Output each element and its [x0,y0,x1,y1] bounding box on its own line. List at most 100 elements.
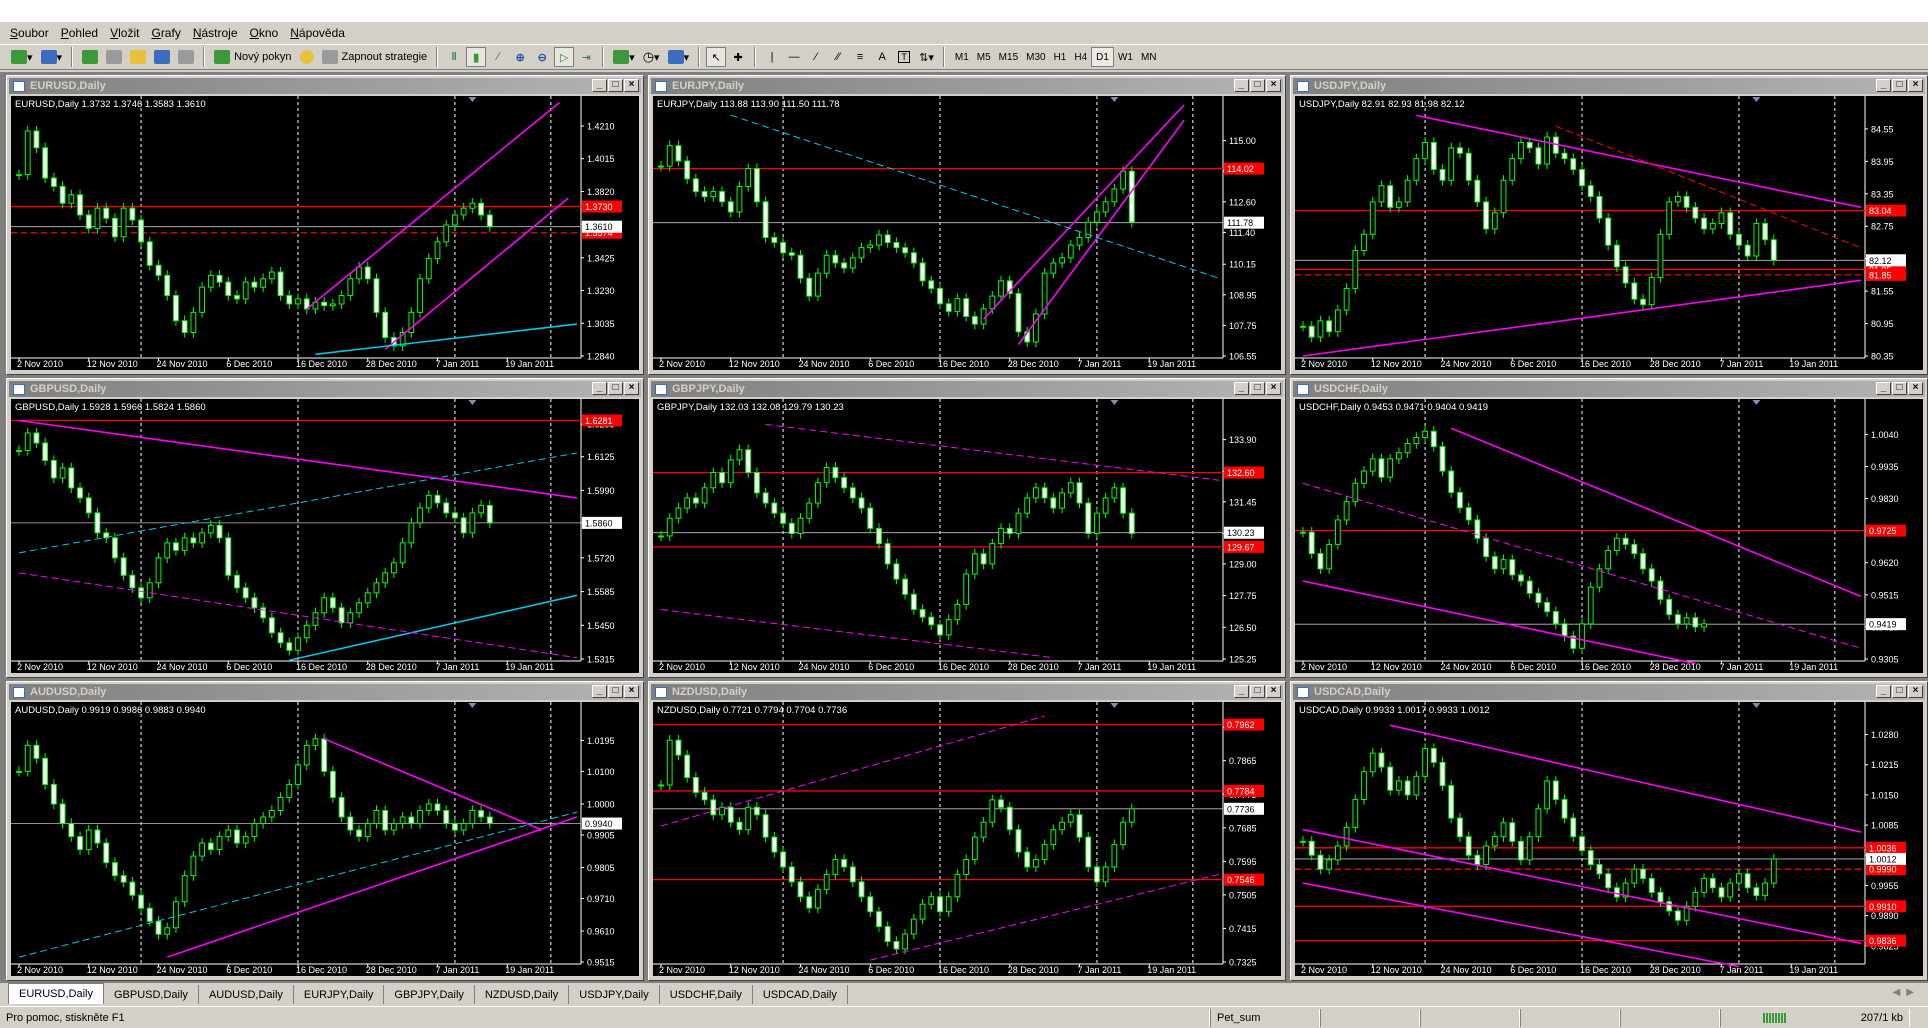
maximize-button[interactable]: □ [1892,79,1907,92]
maximize-button[interactable]: □ [608,685,623,698]
chart-window-title[interactable]: EURUSD,Daily _ □ × [9,78,641,94]
price-chart[interactable]: 1.02801.02151.01501.00851.00200.99550.98… [1295,702,1923,976]
menu-help[interactable]: Nápověda [286,24,353,42]
price-chart[interactable]: 0.79550.78650.77750.76850.75950.75050.74… [653,702,1281,976]
new-chart-button[interactable]: ▾ [8,47,36,67]
chart-window-title[interactable]: USDJPY,Daily _ □ × [1293,78,1925,94]
tab-eurjpy[interactable]: EURJPY,Daily [294,985,385,1004]
crosshair-tool-button[interactable]: ✚ [728,47,748,67]
channel-button[interactable]: ⁄⁄ [828,47,848,67]
chart-window-title[interactable]: GBPUSD,Daily _ □ × [9,381,641,397]
templates-button[interactable]: ▾ [665,47,693,67]
minimize-button[interactable]: _ [1876,382,1891,395]
timeframe-m30[interactable]: M30 [1022,47,1049,67]
fibonacci-button[interactable]: ≡ [850,47,870,67]
line-chart-button[interactable]: ∕ [488,47,508,67]
chart-shift-marker[interactable] [1110,97,1119,102]
chart-shift-marker[interactable] [1110,400,1119,405]
chart-canvas[interactable]: 1.42101.40151.38201.36251.34251.32301.30… [11,96,639,370]
chart-window-title[interactable]: EURJPY,Daily _ □ × [651,78,1283,94]
minimize-button[interactable]: _ [1876,685,1891,698]
chart-window-gbpjpy[interactable]: GBPJPY,Daily_□× 133.90132.65131.45130.201… [648,378,1286,678]
tab-usdchf[interactable]: USDCHF,Daily [660,985,753,1004]
chart-canvas[interactable]: 0.79550.78650.77750.76850.75950.75050.74… [653,702,1281,976]
chart-window-title[interactable]: NZDUSD,Daily _ □ × [651,684,1283,700]
minimize-button[interactable]: _ [592,685,607,698]
close-button[interactable]: × [1908,685,1923,698]
trend-line[interactable] [1390,724,1862,833]
chart-window-usdchf[interactable]: USDCHF,Daily _□× 1.0040 0.9935 0.9830 0.9725 0… [1290,378,1928,678]
timeframe-m5[interactable]: M5 [973,47,995,67]
price-chart[interactable]: 1.62551.61251.59901.58601.57201.55851.54… [11,399,639,673]
chart-shift-button[interactable]: ⇥ [576,47,596,67]
trend-line[interactable] [1017,119,1185,346]
text-tool-button[interactable]: A [872,47,892,67]
metaeditor-button[interactable] [297,47,317,67]
trend-line[interactable] [18,419,578,499]
periods-button[interactable]: ◷ ▾ [640,47,663,67]
market-watch-button[interactable] [79,47,101,67]
auto-scroll-button[interactable]: ▷ [554,47,575,67]
tab-gbpjpy[interactable]: GBPJPY,Daily [384,985,475,1004]
close-button[interactable]: × [624,382,639,395]
minimize-button[interactable]: _ [1234,79,1249,92]
price-chart[interactable]: 84.5583.9583.3582.7582.1581.5580.9580.35… [1295,96,1923,370]
tab-scroll-arrows[interactable]: ◀▶ [1893,987,1920,998]
trend-line[interactable] [660,609,1054,659]
trend-line[interactable] [306,101,561,310]
chart-canvas[interactable]: 1.0195 1.0100 1.0000 0.9905 0.9805 0.9710 0.96… [11,702,639,976]
navigator-button[interactable] [103,47,125,67]
tab-gbpusd[interactable]: GBPUSD,Daily [104,985,199,1004]
trend-line[interactable] [1555,125,1862,249]
minimize-button[interactable]: _ [1876,79,1891,92]
menu-insert[interactable]: Vložit [106,24,147,42]
menu-tools[interactable]: Nástroje [189,24,246,42]
maximize-button[interactable]: □ [1892,685,1907,698]
strategy-tester-button[interactable] [151,47,173,67]
minimize-button[interactable]: _ [1234,685,1249,698]
maximize-button[interactable]: □ [1250,382,1265,395]
new-order-button[interactable]: Nový pokyn [211,47,294,67]
timeframe-m1[interactable]: M1 [951,47,973,67]
tab-audusd[interactable]: AUDUSD,Daily [199,985,294,1004]
maximize-button[interactable]: □ [608,79,623,92]
chart-window-title[interactable]: GBPJPY,Daily _ □ × [651,381,1283,397]
chart-window-gbpusd[interactable]: GBPUSD,Daily_□× 1.62551.61251.59901.58601… [6,378,644,678]
timeframe-h4[interactable]: H4 [1070,47,1091,67]
tab-usdcad[interactable]: USDCAD,Daily [753,985,848,1004]
trend-line[interactable] [983,104,1185,320]
chart-shift-marker[interactable] [1752,703,1761,708]
text-label-button[interactable]: T [894,47,914,67]
indicators-button[interactable]: ▾ [610,47,638,67]
price-chart[interactable]: 115.00113.80112.60111.40110.15108.95107.… [653,96,1281,370]
chart-canvas[interactable]: 1.0040 0.9935 0.9830 0.9725 0.9620 0.9515 0.94… [1295,399,1923,673]
chart-window-usdcad[interactable]: USDCAD,Daily _□× 1.0280 1.0215 1.0150 1.0085 1… [1290,681,1928,981]
zoom-out-button[interactable]: ⊖ [532,47,552,67]
maximize-button[interactable]: □ [1892,382,1907,395]
chart-window-usdjpy[interactable]: USDJPY,Daily_□× 84.5583.9583.3582.7582.15… [1290,75,1928,375]
chart-window-title[interactable]: AUDUSD,Daily _ □ × [9,684,641,700]
chart-window-eurusd[interactable]: EURUSD,Daily_□× 1.42101.40151.38201.36251… [6,75,644,375]
chart-shift-marker[interactable] [1752,97,1761,102]
chart-shift-marker[interactable] [1752,400,1761,405]
chart-canvas[interactable]: 133.90132.65131.45130.20129.00127.75126.… [653,399,1281,673]
tab-nzdusd[interactable]: NZDUSD,Daily [475,985,570,1004]
menu-file[interactable]: Soubor [6,24,57,42]
chart-window-title[interactable]: USDCAD,Daily _ □ × [1293,684,1925,700]
chart-canvas[interactable]: 115.00113.80112.60111.40110.15108.95107.… [653,96,1281,370]
trend-line[interactable] [323,738,543,831]
trend-line[interactable] [1416,114,1862,209]
chart-shift-marker[interactable] [468,400,477,405]
trend-line[interactable] [384,197,569,350]
menu-view[interactable]: Pohled [57,24,106,42]
close-button[interactable]: × [624,685,639,698]
chart-window-audusd[interactable]: AUDUSD,Daily _ □ × 1.0195 1.0100 1.0000 0.9905 0… [6,681,644,981]
timeframe-m15[interactable]: M15 [995,47,1022,67]
vertical-line-button[interactable]: | [762,47,782,67]
cursor-tool-button[interactable]: ↖ [706,47,727,67]
menu-charts[interactable]: Grafy [147,24,188,42]
zoom-in-button[interactable]: ⊕ [510,47,530,67]
price-chart[interactable]: 1.42101.40151.38201.36251.34251.32301.30… [11,96,639,370]
chart-canvas[interactable]: 84.5583.9583.3582.7582.1581.5580.9580.35… [1295,96,1923,370]
chart-shift-marker[interactable] [1110,703,1119,708]
